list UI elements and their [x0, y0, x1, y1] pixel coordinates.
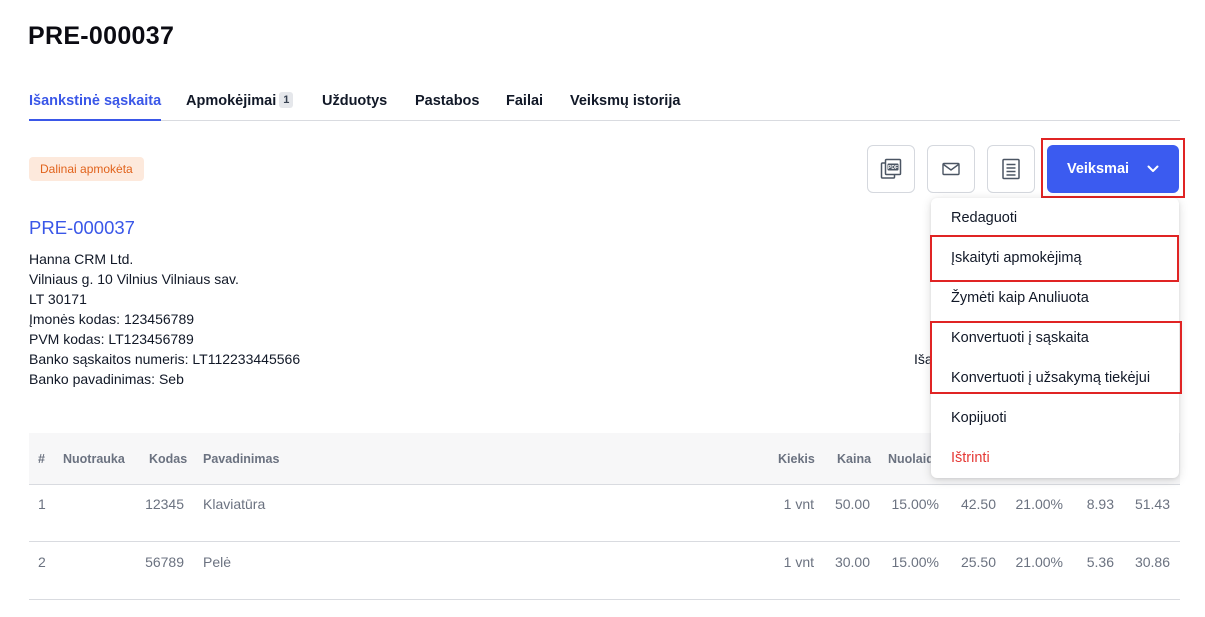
- menu-item-copy[interactable]: Kopijuoti: [951, 408, 1007, 428]
- vat-code: PVM kodas: LT123456789: [29, 331, 194, 347]
- tab-label: Failai: [506, 93, 544, 109]
- cell-price: 30.00: [834, 554, 870, 570]
- tab-label: Apmokėjimai: [186, 93, 277, 109]
- menu-item-delete[interactable]: Ištrinti: [951, 448, 990, 468]
- cell-quantity: 1 vnt: [783, 554, 814, 570]
- cell-code: 56789: [145, 554, 184, 570]
- status-badge: Dalinai apmokėta: [29, 157, 144, 181]
- mail-icon: [942, 162, 960, 176]
- cell-net: 25.50: [960, 554, 996, 570]
- document-number: PRE-000037: [29, 217, 135, 238]
- cell-name: Pelė: [203, 554, 232, 570]
- col-photo: Nuotrauka: [63, 452, 125, 466]
- svg-text:PDF: PDF: [888, 165, 898, 171]
- pdf-button[interactable]: PDF: [867, 145, 915, 193]
- tab-label: Išankstinė sąskaita: [29, 93, 162, 109]
- company-address: Vilniaus g. 10 Vilnius Vilniaus sav.: [29, 271, 239, 287]
- cell-total: 30.86: [1134, 554, 1170, 570]
- pdf-icon: PDF: [880, 158, 902, 179]
- tab-label: Užduotys: [322, 93, 388, 109]
- cell-quantity: 1 vnt: [783, 496, 814, 512]
- table-row[interactable]: 1 12345 Klaviatūra 1 vnt 50.00 15.00% 42…: [29, 484, 1180, 542]
- tab-notes[interactable]: Pastabos: [415, 86, 479, 121]
- table-row[interactable]: 2 56789 Pelė 1 vnt 30.00 15.00% 25.50 21…: [29, 542, 1180, 600]
- tab-tasks[interactable]: Užduotys: [322, 86, 387, 121]
- menu-item-apply-payment[interactable]: Įskaityti apmokėjimą: [951, 248, 1082, 268]
- company-postcode: LT 30171: [29, 291, 87, 307]
- bank-name: Banko pavadinimas: Seb: [29, 371, 184, 387]
- cell-code: 12345: [145, 496, 184, 512]
- tab-bar: Išankstinė sąskaita Apmokėjimai 1 Užduoty…: [29, 86, 1180, 121]
- company-name: Hanna CRM Ltd.: [29, 251, 134, 267]
- tab-pre-invoice[interactable]: Išankstinė sąskaita: [29, 86, 162, 121]
- cell-vat: 8.93: [1086, 496, 1114, 512]
- cell-vat-rate: 21.00%: [1015, 496, 1063, 512]
- col-code: Kodas: [149, 452, 188, 466]
- cell-net: 42.50: [960, 496, 996, 512]
- menu-item-edit[interactable]: Redaguoti: [951, 208, 1017, 228]
- email-button[interactable]: [927, 145, 975, 193]
- page-title: PRE-000037: [28, 22, 175, 50]
- bank-account: Banko sąskaitos numeris: LT112233445566: [29, 351, 301, 367]
- document-button[interactable]: [987, 145, 1035, 193]
- cell-price: 50.00: [834, 496, 870, 512]
- actions-dropdown-button[interactable]: Veiksmai: [1047, 145, 1179, 193]
- col-name: Pavadinimas: [203, 452, 280, 466]
- tab-label: Pastabos: [415, 93, 480, 109]
- tab-label: Veiksmų istorija: [570, 93, 681, 109]
- tab-files[interactable]: Failai: [506, 86, 543, 121]
- cell-discount: 15.00%: [891, 496, 939, 512]
- cell-discount: 15.00%: [891, 554, 939, 570]
- payments-count-badge: 1: [279, 92, 294, 108]
- cell-name: Klaviatūra: [203, 496, 266, 512]
- cell-vat: 5.36: [1086, 554, 1114, 570]
- col-discount: Nuolaid: [888, 452, 934, 466]
- actions-menu: Redaguoti Įskaityti apmokėjimą Žymėti ka…: [931, 198, 1179, 478]
- menu-item-convert-supplier-order[interactable]: Konvertuoti į užsakymą tiekėjui: [951, 368, 1150, 388]
- col-quantity: Kiekis: [778, 452, 815, 466]
- col-price: Kaina: [837, 452, 872, 466]
- document-list-icon: [1002, 158, 1020, 180]
- cell-total: 51.43: [1134, 496, 1170, 512]
- company-code: Įmonės kodas: 123456789: [29, 311, 195, 327]
- chevron-down-icon: [1147, 165, 1159, 172]
- company-details: Hanna CRM Ltd. Vilniaus g. 10 Vilnius Vi…: [29, 249, 300, 389]
- cell-number: 2: [38, 554, 46, 570]
- tab-action-history[interactable]: Veiksmų istorija: [570, 86, 680, 121]
- menu-item-mark-cancelled[interactable]: Žymėti kaip Anuliuota: [951, 288, 1089, 308]
- cell-number: 1: [38, 496, 46, 512]
- col-number: #: [38, 452, 45, 466]
- menu-item-convert-invoice[interactable]: Konvertuoti į sąskaita: [951, 328, 1089, 348]
- actions-label: Veiksmai: [1066, 161, 1130, 177]
- partial-label: Iša: [914, 351, 931, 367]
- tab-payments[interactable]: Apmokėjimai 1: [186, 86, 294, 121]
- cell-vat-rate: 21.00%: [1015, 554, 1063, 570]
